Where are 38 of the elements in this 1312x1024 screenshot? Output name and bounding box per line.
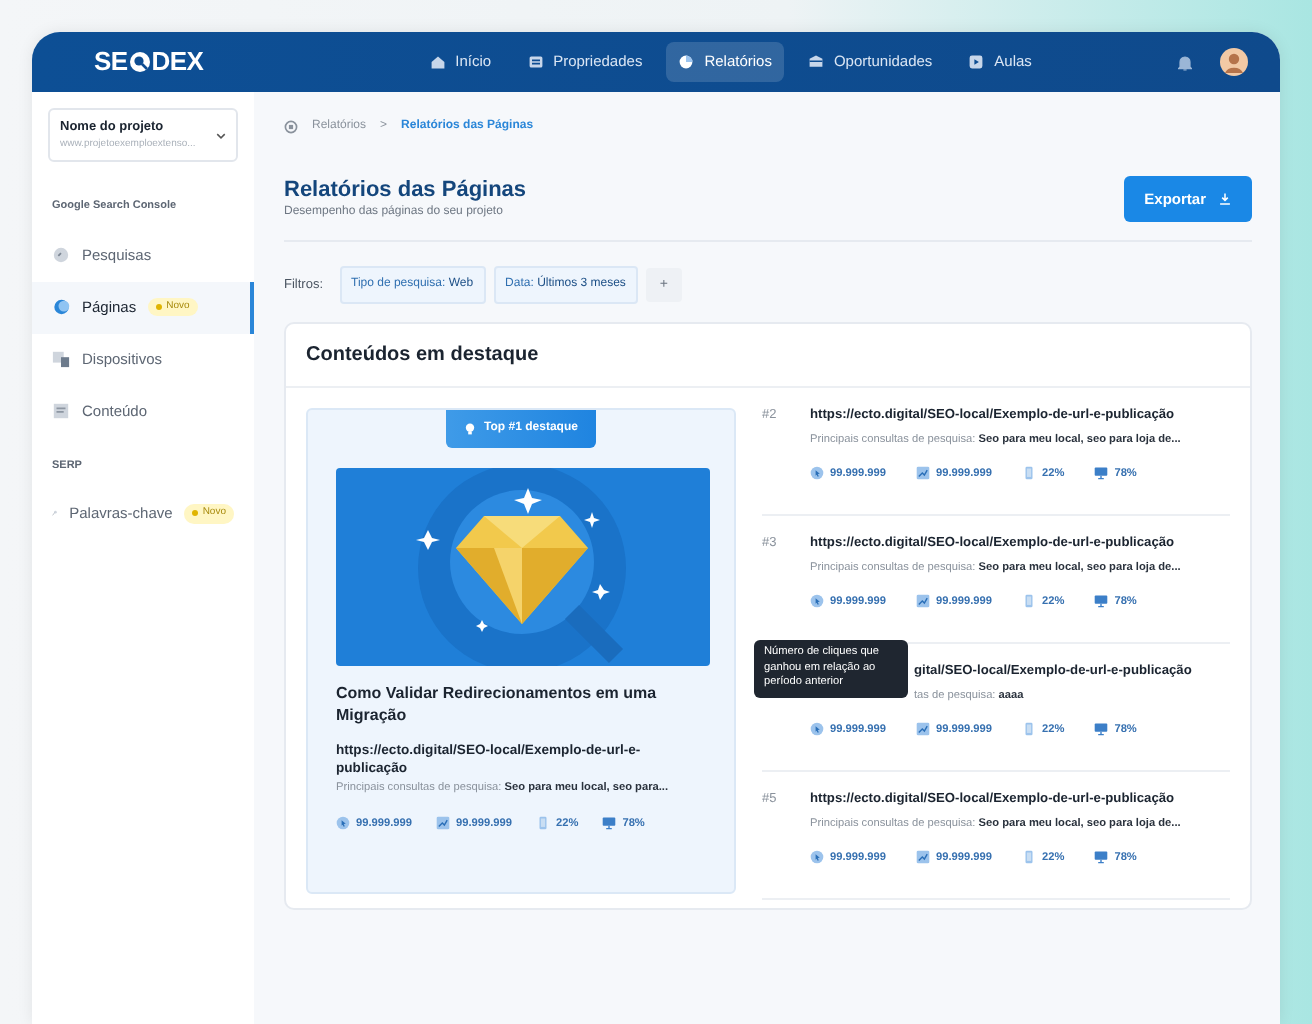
pages-icon [52,298,70,316]
phone-icon [536,816,550,831]
devices-icon [52,350,70,368]
page-title: Relatórios das Páginas [284,177,527,204]
monitor-icon [1094,594,1109,609]
cursor-icon [810,594,824,609]
avatar[interactable] [1219,48,1248,76]
logo-text: SE [94,44,128,81]
search-icon [52,246,70,264]
content-title: Como Validar Redirecionamentos em uma Migração [336,682,659,728]
chart-icon [436,816,450,831]
magnifier-icon [127,50,152,74]
cursor-icon [810,466,824,481]
monitor-icon [602,816,617,831]
chart-icon [916,722,930,737]
monitor-icon [1094,850,1109,865]
phone-icon [1022,850,1036,865]
phone-icon [1022,594,1036,609]
card-title: Conteúdos em destaque [286,324,1250,389]
monitor-icon [1094,466,1109,481]
bell-icon[interactable] [1177,53,1192,71]
chevron-down-icon [216,131,226,140]
play-icon [968,54,985,70]
box-icon [807,54,824,70]
cursor-icon [336,816,350,831]
phone-icon [1022,722,1036,737]
cursor-icon [810,850,824,865]
document-icon [52,402,70,420]
chart-icon [916,466,930,481]
download-icon [1218,192,1232,207]
chart-icon [916,594,930,609]
chart-icon [916,850,930,865]
list-icon [527,54,544,70]
phone-icon [1022,466,1036,481]
monitor-icon [1094,722,1109,737]
logo-text: DEX [151,44,204,81]
pie-chart-icon [678,54,695,70]
cursor-icon [810,722,824,737]
